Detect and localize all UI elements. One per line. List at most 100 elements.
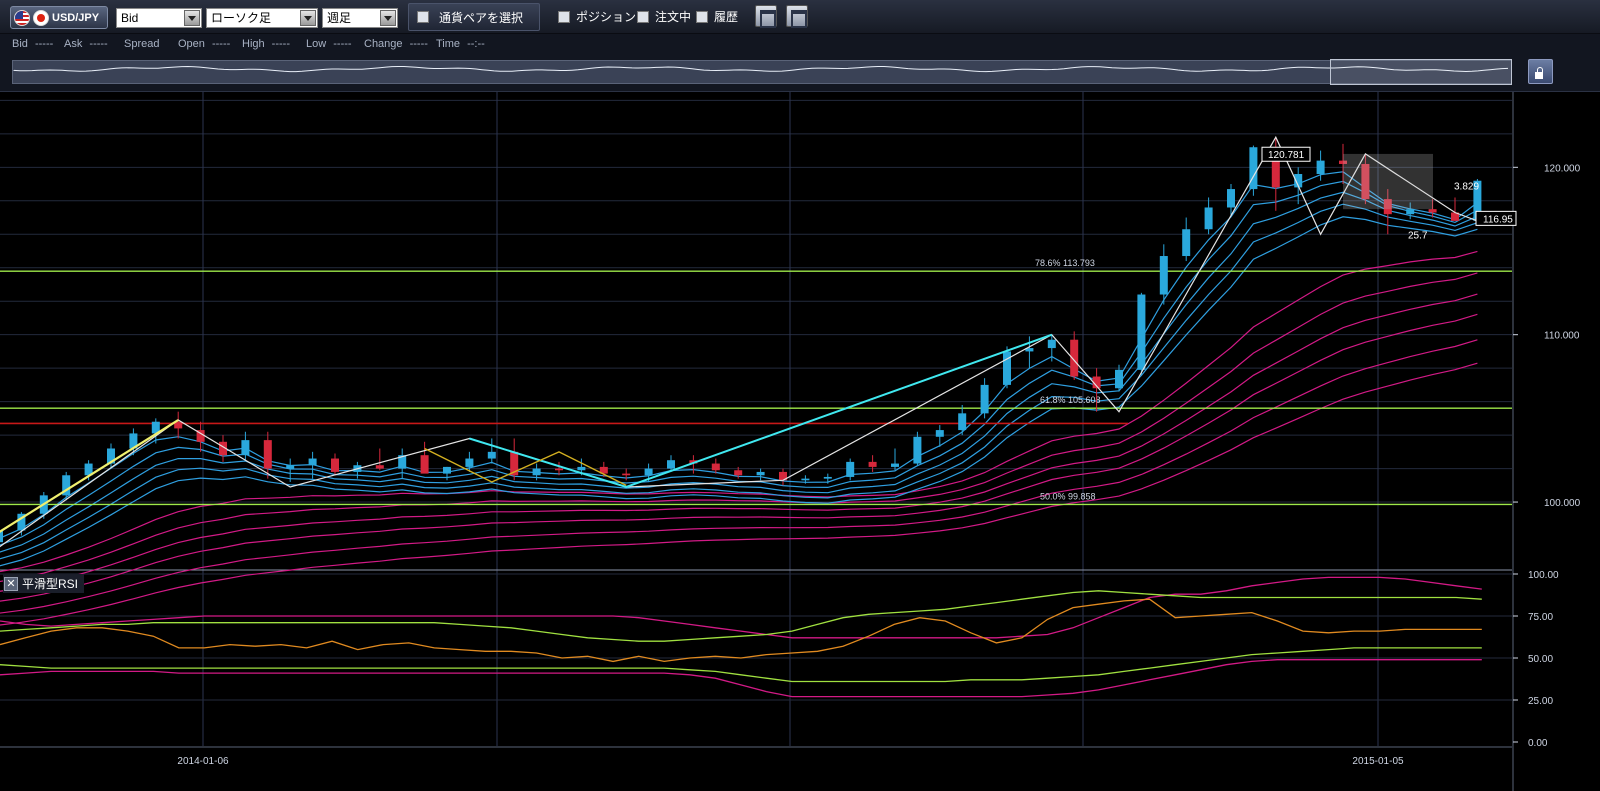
candle-body xyxy=(308,458,317,466)
candle-body xyxy=(913,436,922,464)
info-ask: Ask ----- xyxy=(64,38,108,50)
position-toggle[interactable]: ポジション xyxy=(558,8,636,25)
candle-body xyxy=(868,461,877,467)
chart-settings-icon[interactable] xyxy=(755,5,777,28)
info-time: Time --:-- xyxy=(436,38,485,50)
fib-label: 50.0% 99.858 xyxy=(1040,491,1096,501)
candle-body xyxy=(644,468,653,476)
rsi-tick-label: 25.00 xyxy=(1528,696,1553,707)
candle-body xyxy=(1003,351,1011,385)
history-checkbox[interactable] xyxy=(696,10,708,23)
info-label: Ask xyxy=(64,38,83,50)
candle-body xyxy=(958,413,967,431)
rsi-tick-label: 100.00 xyxy=(1528,570,1559,581)
info-value: ----- xyxy=(86,38,108,50)
rsi-tick-label: 0.00 xyxy=(1528,738,1548,749)
candle-body xyxy=(286,465,295,469)
price-chart[interactable]: 78.6% 113.793 61.8% 105.608 50.0% 99.858 12… xyxy=(0,92,1600,791)
history-toggle[interactable]: 履歴 xyxy=(696,8,738,25)
orders-label: 注文中 xyxy=(655,10,692,24)
rsi-tick-label: 75.00 xyxy=(1528,612,1553,623)
position-checkbox[interactable] xyxy=(558,10,570,23)
price-type-select[interactable]: Bid xyxy=(116,8,202,28)
candle-body xyxy=(241,440,250,456)
price-tick-label: 110.000 xyxy=(1544,331,1580,342)
candle-body xyxy=(667,460,675,469)
chart-type-value: ローソク足 xyxy=(211,11,272,25)
measure-label: 3.829 xyxy=(1454,182,1479,193)
info-value: ----- xyxy=(208,38,231,50)
candle-body xyxy=(375,465,384,469)
info-label: Bid xyxy=(12,38,28,50)
x-tick-label: 2014-01-06 xyxy=(177,756,229,767)
candle-body xyxy=(487,451,496,459)
jpy-flag-icon xyxy=(33,9,49,26)
price-tick-label: 120.000 xyxy=(1544,163,1581,174)
price-tag: 120.781 xyxy=(1268,150,1305,161)
orders-toggle[interactable]: 注文中 xyxy=(637,8,691,25)
candle-body xyxy=(1249,147,1258,190)
pair-select-button[interactable]: 通貨ペアを選択 xyxy=(408,3,540,31)
pair-select-label: 通貨ペアを選択 xyxy=(439,10,524,25)
rsi-panel-title: 平滑型RSI xyxy=(22,577,79,591)
usd-flag-icon xyxy=(14,9,30,26)
candle-body xyxy=(420,455,429,474)
candle-body xyxy=(1227,189,1235,208)
timeframe-select[interactable]: 週足 xyxy=(322,8,398,28)
info-bar: Bid ----- Ask ----- Spread Open ----- High -… xyxy=(0,34,1600,56)
info-value: ----- xyxy=(268,38,290,50)
candle-body xyxy=(532,468,541,476)
symbol-label: USD/JPY xyxy=(52,11,100,24)
fib-label: 78.6% 113.793 xyxy=(1035,258,1095,268)
info-label: Change xyxy=(364,38,403,50)
candle-body xyxy=(935,430,944,437)
info-high: High ----- xyxy=(242,38,290,50)
candle-body xyxy=(1115,369,1123,389)
info-value: ----- xyxy=(330,38,352,50)
candle-body xyxy=(1182,229,1191,257)
chevron-down-icon xyxy=(184,10,200,26)
orders-checkbox[interactable] xyxy=(637,10,649,23)
candle-body xyxy=(1204,207,1213,230)
info-value: --:-- xyxy=(464,38,485,50)
candle-body xyxy=(756,471,765,476)
history-label: 履歴 xyxy=(714,10,739,24)
measure-label: 25.7 xyxy=(1408,230,1428,241)
position-label: ポジション xyxy=(576,10,637,24)
info-change: Change ----- xyxy=(364,38,428,50)
price-tick-label: 100.000 xyxy=(1544,498,1581,509)
chart-list-icon[interactable] xyxy=(786,5,808,28)
lock-icon[interactable] xyxy=(1528,59,1553,84)
price-tag: 116.95 xyxy=(1483,214,1513,225)
x-tick-label: 2015-01-05 xyxy=(1352,756,1404,767)
info-label: Low xyxy=(306,38,327,50)
candle-body xyxy=(1159,256,1168,295)
symbol-button[interactable]: USD/JPY xyxy=(10,6,108,29)
candle-body xyxy=(1406,209,1415,215)
info-label: Open xyxy=(178,38,205,50)
info-label: Time xyxy=(436,38,461,50)
rsi-tick-label: 50.00 xyxy=(1528,654,1553,665)
candle-body xyxy=(1070,339,1079,377)
candle-body xyxy=(555,468,563,471)
chart-type-select[interactable]: ローソク足 xyxy=(206,8,318,28)
info-low: Low ----- xyxy=(306,38,352,50)
candle-body xyxy=(1316,160,1325,175)
chevron-down-icon xyxy=(300,10,316,26)
candle-body xyxy=(891,463,899,467)
candle-body xyxy=(846,461,855,477)
fib-label: 61.8% 105.608 xyxy=(1040,395,1101,405)
info-value: ----- xyxy=(31,38,54,50)
info-label: Spread xyxy=(124,38,160,50)
pair-select-checkbox[interactable] xyxy=(417,11,429,23)
candle-body xyxy=(1428,209,1437,213)
info-label: High xyxy=(242,38,265,50)
close-icon[interactable]: ✕ xyxy=(4,576,18,591)
info-value: ----- xyxy=(406,38,428,50)
navigator-track[interactable] xyxy=(12,60,1512,84)
price-type-value: Bid xyxy=(121,11,139,25)
candle-body xyxy=(801,478,810,481)
navigator-window[interactable] xyxy=(1330,59,1512,85)
timeframe-value: 週足 xyxy=(327,11,352,25)
candle-body xyxy=(465,458,474,467)
